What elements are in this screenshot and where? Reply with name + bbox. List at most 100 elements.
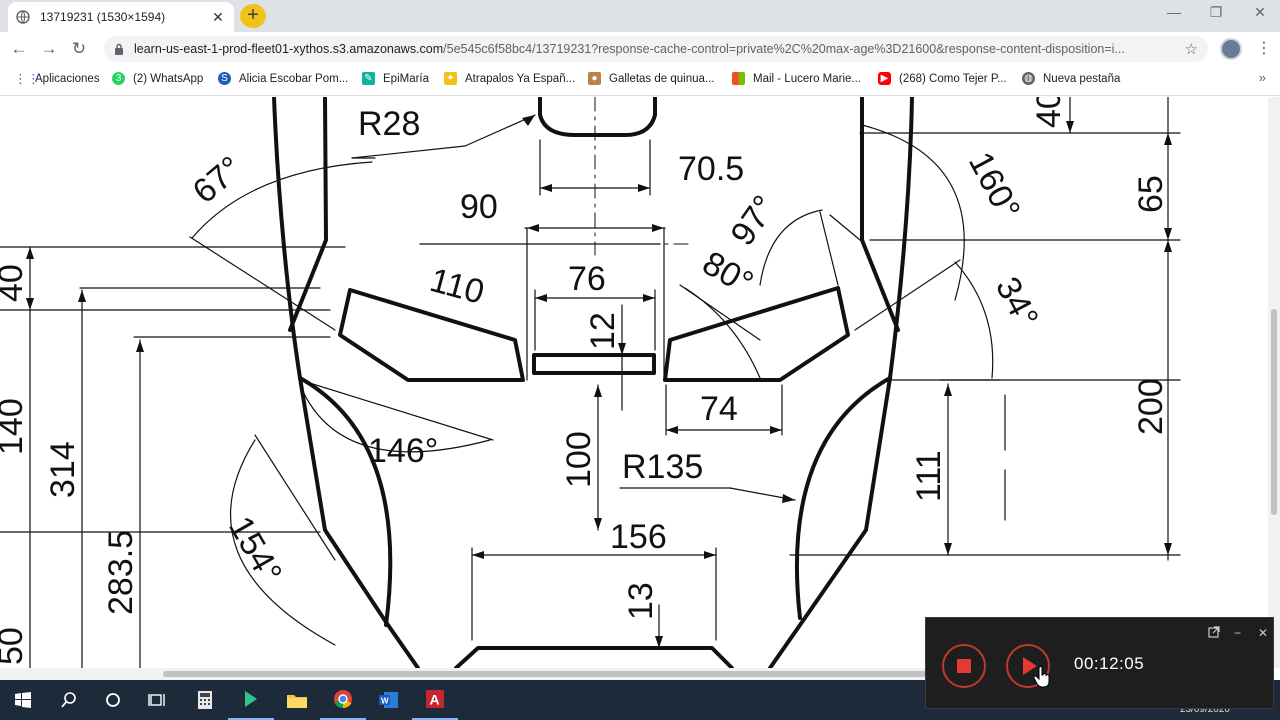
dim-label: 90 — [460, 188, 498, 226]
cookie-icon: ● — [588, 72, 601, 85]
svg-text:A: A — [430, 692, 440, 708]
bookmark-label: Nueva pestaña — [1043, 72, 1121, 85]
dim-label: R28 — [358, 105, 420, 143]
stop-recording-button[interactable] — [942, 644, 986, 688]
dim-label: 67° — [186, 149, 250, 211]
dim-label: 283.5 — [102, 530, 140, 615]
close-tab-icon[interactable]: ✕ — [210, 9, 226, 26]
horizontal-scroll-thumb[interactable] — [163, 671, 933, 677]
bookmark-nueva-pestana[interactable]: ◍ Nueva pestaña — [1022, 72, 1120, 85]
windows-start-icon[interactable] — [0, 680, 46, 720]
bookmark-label: Mail - Lucero Marie... — [753, 72, 862, 85]
dim-label: 50 — [0, 627, 30, 665]
svg-text:W: W — [381, 697, 389, 706]
minimize-recorder-icon[interactable]: − — [1234, 626, 1241, 640]
bookmark-mail[interactable]: Mail - Lucero Marie... — [732, 72, 861, 85]
dim-label: 74 — [700, 390, 738, 428]
technical-drawing: R28 70.5 90 76 12 110 67° 160° 97° 80° 3… — [0, 97, 1181, 668]
bookmark-whatsapp[interactable]: 3 (2) WhatsApp — [112, 72, 203, 85]
dim-label: 76 — [568, 260, 606, 298]
address-bar[interactable]: learn-us-east-1-prod-fleet01-xythos.s3.a… — [104, 36, 1208, 62]
autocad-icon[interactable]: A — [412, 680, 458, 720]
file-explorer-icon[interactable] — [274, 680, 320, 720]
stop-icon — [957, 659, 971, 673]
popout-icon[interactable] — [1208, 626, 1220, 641]
dim-label: 12 — [584, 312, 622, 350]
dim-label: 97° — [723, 189, 784, 253]
search-icon[interactable] — [46, 680, 92, 720]
whatsapp-icon: 3 — [112, 72, 125, 85]
dim-label: 70.5 — [678, 150, 744, 188]
close-window-icon[interactable]: ✕ — [1248, 4, 1272, 21]
bookmark-label: (268) Como Tejer P... — [899, 72, 1007, 85]
bookmark-label: Atrapalos Ya Españ... — [465, 72, 576, 85]
bookmark-skype[interactable]: S Alicia Escobar Pom... — [218, 72, 348, 85]
dim-label: 111 — [910, 450, 948, 502]
bookmark-apps[interactable]: ⋮⋮ Aplicaciones — [14, 72, 100, 85]
vertical-scroll-thumb[interactable] — [1271, 309, 1277, 515]
vertical-scrollbar[interactable] — [1268, 97, 1280, 668]
reload-icon[interactable]: ↻ — [68, 39, 90, 59]
dim-label: 100 — [560, 431, 598, 488]
back-arrow-icon[interactable]: ← — [8, 39, 30, 59]
bookmark-youtube[interactable]: ▶ (268) Como Tejer P... — [878, 72, 1007, 85]
browser-tab[interactable]: 13719231 (1530×1594) ✕ — [8, 2, 234, 32]
dim-label: 65 — [1132, 175, 1170, 213]
globe-icon: ◍ — [1022, 72, 1035, 85]
profile-avatar[interactable] — [1220, 38, 1242, 60]
bookmark-label: (2) WhatsApp — [133, 72, 204, 85]
tab-bar: 13719231 (1530×1594) ✕ + — ❐ ✕ — [0, 0, 1280, 32]
bookmarks-bar: ⋮⋮ Aplicaciones 3 (2) WhatsApp S Alicia … — [0, 66, 1280, 96]
new-tab-button[interactable]: + — [240, 4, 266, 28]
epi-icon: ✎ — [362, 72, 375, 85]
screen-recorder-panel: − ✕ 00:12:05 — [925, 617, 1274, 709]
word-icon[interactable]: W — [366, 680, 412, 720]
cortana-icon[interactable] — [90, 680, 136, 720]
bookmark-label: EpiMaría — [383, 72, 430, 85]
dim-label: 140 — [0, 398, 30, 455]
dim-label: R135 — [622, 448, 703, 486]
browser-toolbar: ← → ↻ learn-us-east-1-prod-fleet01-xytho… — [0, 32, 1280, 66]
skype-icon: S — [218, 72, 231, 85]
bookmark-epimaria[interactable]: ✎ EpiMaría — [362, 72, 429, 85]
dim-label: 80° — [696, 244, 760, 303]
dim-label: 146° — [368, 432, 438, 470]
bookmark-galletas[interactable]: ● Galletas de quinua... — [588, 72, 715, 85]
task-view-icon[interactable] — [134, 680, 180, 720]
browser-menu-icon[interactable]: ⋮ — [1256, 38, 1272, 60]
globe-icon — [16, 10, 30, 24]
recording-timer: 00:12:05 — [1074, 654, 1145, 673]
dim-label: 156 — [610, 518, 667, 556]
dim-label: 13 — [622, 582, 660, 620]
microsoft-icon — [732, 72, 745, 85]
bookmark-label: Alicia Escobar Pom... — [239, 72, 349, 85]
calculator-icon[interactable] — [182, 680, 228, 720]
url-host: learn-us-east-1-prod-fleet01-xythos.s3.a… — [134, 42, 444, 56]
url-text: learn-us-east-1-prod-fleet01-xythos.s3.a… — [134, 42, 1179, 56]
youtube-icon: ▶ — [878, 72, 891, 85]
dim-label: 34° — [988, 271, 1046, 334]
screen-recorder-app-icon[interactable] — [228, 680, 274, 720]
chrome-icon[interactable] — [320, 680, 366, 720]
close-recorder-icon[interactable]: ✕ — [1258, 626, 1268, 640]
dim-label: 160° — [961, 146, 1028, 226]
lock-icon — [115, 43, 123, 55]
bookmark-atrapalos[interactable]: ✦ Atrapalos Ya Españ... — [444, 72, 575, 85]
minimize-window-icon[interactable]: — — [1162, 4, 1186, 20]
dim-label: 314 — [44, 441, 82, 498]
bookmark-star-icon[interactable]: ☆ — [1185, 40, 1198, 58]
bookmarks-overflow-icon[interactable]: » — [1259, 70, 1266, 85]
forward-arrow-icon[interactable]: → — [38, 39, 60, 59]
bookmark-label: Galletas de quinua... — [609, 72, 715, 85]
url-path: /5e545c6f58bc4/13719231?response-cache-c… — [443, 42, 1125, 56]
dim-label: 110 — [426, 261, 488, 312]
image-viewport: R28 70.5 90 76 12 110 67° 160° 97° 80° 3… — [0, 97, 1268, 668]
apps-grid-icon: ⋮⋮ — [14, 71, 40, 86]
hand-cursor-icon — [1034, 666, 1050, 688]
dim-label: 40 — [0, 264, 30, 302]
restore-window-icon[interactable]: ❐ — [1204, 4, 1228, 21]
bookmark-label: Aplicaciones — [35, 72, 100, 85]
dim-label: 40 — [1030, 97, 1068, 128]
dim-label: 154° — [221, 510, 289, 590]
dim-label: 200 — [1132, 378, 1170, 435]
